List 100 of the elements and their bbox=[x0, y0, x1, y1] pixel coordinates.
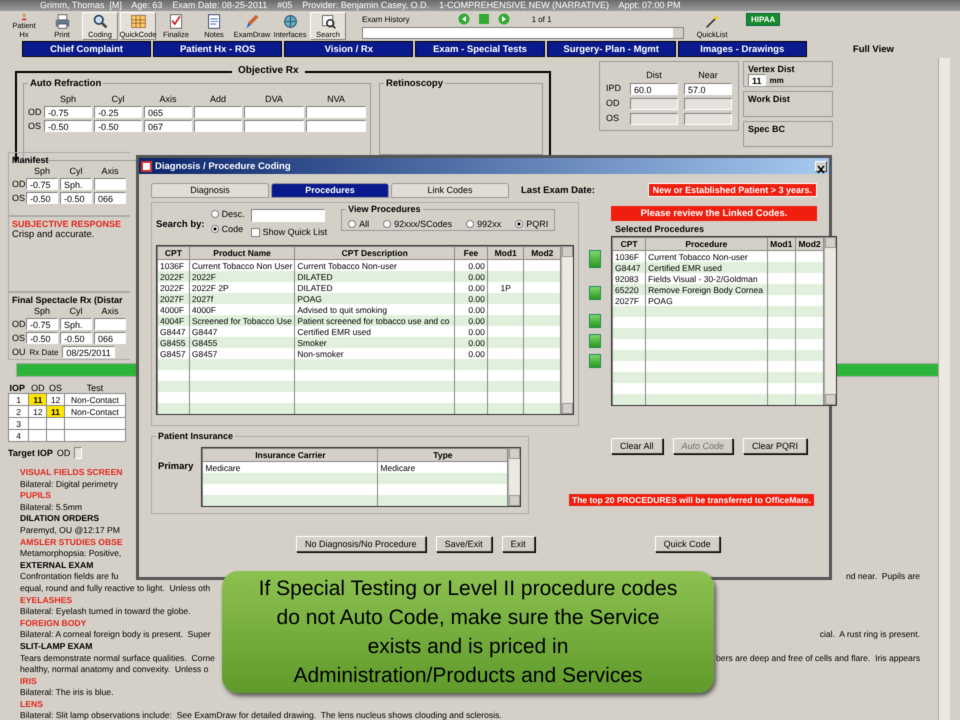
value-field[interactable] bbox=[194, 106, 242, 118]
value-field[interactable]: -0.75 bbox=[44, 106, 92, 118]
column-header[interactable]: CPT Description bbox=[294, 246, 455, 260]
table-row[interactable]: 4004F Screened for Tobacco Use Patient screened for tobacco use and co 0.00 bbox=[158, 315, 561, 326]
move-down-button[interactable] bbox=[589, 334, 601, 348]
table-row[interactable]: G8455 G8455 Smoker 0.00 bbox=[158, 337, 561, 348]
value-field[interactable] bbox=[306, 120, 366, 132]
value-field[interactable]: Sph. bbox=[60, 178, 92, 190]
value-field[interactable] bbox=[684, 113, 732, 125]
table-row[interactable]: 1036F Current Tobacco Non-user bbox=[612, 250, 824, 262]
radio-option[interactable]: PQRI bbox=[515, 220, 548, 227]
value-field[interactable]: -0.75 bbox=[26, 178, 58, 190]
column-header[interactable]: Mod1 bbox=[767, 238, 796, 250]
value-field[interactable] bbox=[74, 447, 82, 459]
action-button[interactable]: Clear All bbox=[611, 438, 663, 454]
value-field[interactable] bbox=[94, 178, 126, 190]
column-header[interactable]: Procedure bbox=[646, 238, 768, 250]
square-icon[interactable] bbox=[478, 13, 490, 25]
column-header[interactable]: Product Name bbox=[189, 246, 295, 260]
value-field[interactable] bbox=[630, 98, 678, 110]
tab[interactable]: Patient Hx - ROS bbox=[153, 41, 282, 57]
value-field[interactable]: -0.50 bbox=[94, 120, 142, 132]
value-field[interactable] bbox=[244, 120, 304, 132]
table-row[interactable]: 92083 Fields Visual - 30-2/Goldman bbox=[612, 273, 824, 284]
value-field[interactable]: 066 bbox=[94, 192, 126, 204]
move-left-button[interactable] bbox=[589, 250, 601, 268]
action-button[interactable]: Exit bbox=[502, 536, 535, 552]
tab[interactable]: Images - Drawings bbox=[678, 41, 807, 57]
table-row[interactable] bbox=[612, 328, 824, 339]
column-header[interactable]: Fee bbox=[454, 246, 488, 260]
value-field[interactable] bbox=[306, 106, 366, 118]
table-row[interactable] bbox=[612, 350, 824, 361]
value-field[interactable]: -0.50 bbox=[26, 332, 58, 344]
move-bottom-button[interactable] bbox=[589, 354, 601, 368]
value-field[interactable]: 57.0 bbox=[684, 83, 732, 95]
table-row[interactable]: G8447 Certified EMR used bbox=[612, 262, 824, 273]
value-field[interactable]: 067 bbox=[144, 120, 192, 132]
value-field[interactable] bbox=[630, 113, 678, 125]
column-header[interactable]: Mod2 bbox=[524, 246, 561, 260]
value-field[interactable] bbox=[684, 98, 732, 110]
table-row[interactable]: 4000F 4000F Advised to quit smoking 0.00 bbox=[158, 304, 561, 315]
value-field[interactable]: -0.50 bbox=[60, 192, 92, 204]
exam-history-dropdown[interactable] bbox=[362, 27, 684, 39]
action-button[interactable]: No Diagnosis/No Procedure bbox=[296, 536, 426, 552]
value-field[interactable]: 11 bbox=[748, 74, 766, 86]
scroll-down-button[interactable] bbox=[509, 495, 520, 506]
table-row[interactable]: G8447 G8447 Certified EMR used 0.00 bbox=[158, 326, 561, 337]
table-row[interactable]: 65220 Remove Foreign Body Cornea bbox=[612, 284, 824, 295]
tab[interactable]: Diagnosis bbox=[151, 182, 269, 198]
tab[interactable]: Link Codes bbox=[391, 182, 509, 198]
table-row[interactable]: 1036F Current Tobacco Non User Current Tobacco Non-user 0.00 bbox=[158, 260, 561, 271]
radio-option[interactable]: All bbox=[348, 220, 370, 227]
value-field[interactable]: 066 bbox=[94, 332, 126, 344]
value-field[interactable]: -0.75 bbox=[26, 318, 58, 330]
column-header[interactable]: CPT bbox=[158, 246, 190, 260]
value-field[interactable]: -0.50 bbox=[26, 192, 58, 204]
table-row[interactable] bbox=[612, 372, 824, 383]
move-top-button[interactable] bbox=[589, 286, 601, 300]
column-header[interactable]: CPT bbox=[612, 238, 646, 250]
radio-option[interactable]: 92xxx/SCodes bbox=[383, 220, 452, 227]
column-header[interactable]: Insurance Carrier bbox=[202, 448, 378, 462]
value-field[interactable] bbox=[244, 106, 304, 118]
value-field[interactable]: 065 bbox=[144, 106, 192, 118]
search-field[interactable] bbox=[250, 209, 325, 222]
table-row[interactable]: 2027F 2027f POAG 0.00 bbox=[158, 293, 561, 304]
scroll-up-button[interactable] bbox=[509, 448, 520, 459]
quick-list-checkbox[interactable]: Show Quick List bbox=[250, 227, 328, 237]
table-row[interactable] bbox=[612, 394, 824, 405]
table-row[interactable]: 2022F 2022F DILATED 0.00 bbox=[158, 271, 561, 282]
column-header[interactable]: Mod2 bbox=[795, 238, 824, 250]
tab[interactable]: Procedures bbox=[271, 182, 389, 198]
tab[interactable]: Vision / Rx bbox=[284, 41, 414, 57]
column-header[interactable]: Mod1 bbox=[487, 246, 524, 260]
radio-option[interactable]: Desc. bbox=[210, 209, 245, 219]
action-button[interactable]: Quick Code bbox=[654, 536, 720, 552]
value-field[interactable] bbox=[94, 318, 126, 330]
column-label: IOP bbox=[8, 383, 29, 394]
table-row[interactable]: 2027F POAG bbox=[612, 295, 824, 306]
scrollbar[interactable] bbox=[508, 448, 520, 506]
scrollbar[interactable] bbox=[938, 58, 950, 720]
value-field[interactable]: Sph. bbox=[60, 318, 92, 330]
value-field[interactable]: -0.50 bbox=[60, 332, 92, 344]
table-row[interactable]: G8457 G8457 Non-smoker 0.00 bbox=[158, 348, 561, 359]
move-up-button[interactable] bbox=[589, 314, 601, 328]
table-row[interactable]: 2022F 2022F 2P DILATED 0.00 1P bbox=[158, 282, 561, 293]
action-button[interactable]: Save/Exit bbox=[436, 536, 492, 552]
tab[interactable]: Chief Complaint bbox=[22, 41, 152, 57]
close-button[interactable] bbox=[815, 160, 827, 172]
value-field[interactable]: 08/25/2011 bbox=[62, 346, 115, 358]
value-field[interactable] bbox=[194, 120, 242, 132]
value-field[interactable]: -0.50 bbox=[44, 120, 92, 132]
table-row[interactable] bbox=[612, 306, 824, 317]
radio-option[interactable]: Code bbox=[210, 224, 245, 234]
radio-option[interactable]: 992xx bbox=[466, 220, 502, 227]
tab[interactable]: Surgery- Plan - Mgmt bbox=[546, 41, 676, 57]
column-header[interactable]: Type bbox=[378, 448, 508, 462]
action-button[interactable]: Clear PQRI bbox=[743, 438, 808, 454]
tab[interactable]: Exam - Special Tests bbox=[415, 41, 545, 57]
value-field[interactable]: 60.0 bbox=[630, 83, 678, 95]
value-field[interactable]: -0.25 bbox=[94, 106, 142, 118]
